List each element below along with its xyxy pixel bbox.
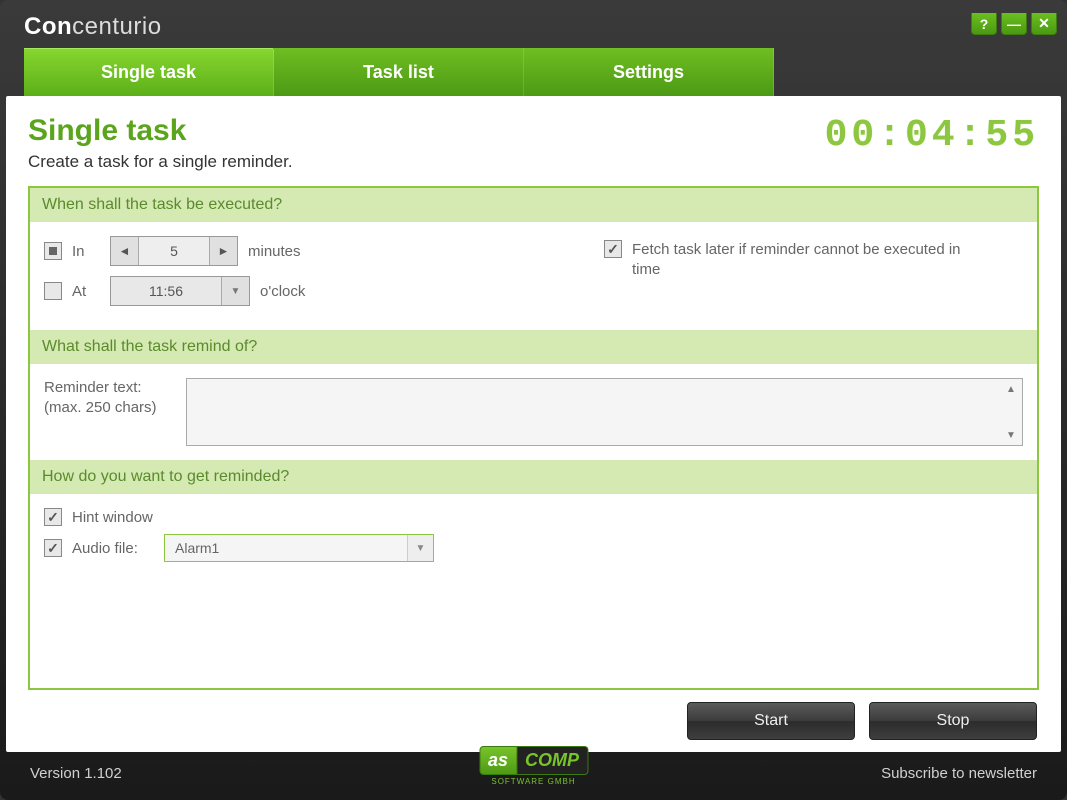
audio-combo: Alarm1 ▼ [164,534,434,562]
section-when-header: When shall the task be executed? [30,188,1037,222]
app-title: Concenturio [24,13,162,41]
audio-file-label: Audio file: [72,540,154,557]
stepper-decrease[interactable]: ◄ [111,237,139,265]
reminder-textarea[interactable]: ▲ ▼ [186,378,1023,446]
in-unit: minutes [248,243,301,260]
subscribe-link[interactable]: Subscribe to newsletter [881,765,1037,782]
section-what-header: What shall the task remind of? [30,330,1037,364]
radio-at[interactable] [44,282,62,300]
tab-single-task[interactable]: Single task [24,48,274,96]
start-button[interactable]: Start [687,702,855,740]
app-title-rest: centurio [72,13,161,40]
countdown-timer: 00:04:55 [825,114,1039,157]
scroll-down-icon[interactable]: ▼ [1002,427,1020,443]
footer: Version 1.102 as COMP SOFTWARE GMBH Subs… [6,752,1061,794]
time-dropdown-icon[interactable]: ▼ [221,277,249,305]
stop-button[interactable]: Stop [869,702,1037,740]
page-subtitle: Create a task for a single reminder. [28,152,293,172]
version-label: Version 1.102 [30,765,122,782]
close-button[interactable]: ✕ [1031,13,1057,35]
audio-dropdown-icon[interactable]: ▼ [407,535,433,561]
audio-value[interactable]: Alarm1 [165,535,407,561]
action-buttons: Start Stop [28,690,1039,740]
tab-task-list[interactable]: Task list [274,48,524,96]
at-unit: o'clock [260,283,305,300]
minimize-button[interactable]: — [1001,13,1027,35]
section-what-body: Reminder text:(max. 250 chars) ▲ ▼ [30,364,1037,460]
stepper-increase[interactable]: ► [209,237,237,265]
app-title-bold: Con [24,13,72,40]
application-window: Concenturio ? — ✕ Single task Task list … [0,0,1067,800]
logo-subtitle: SOFTWARE GMBH [491,777,575,786]
help-button[interactable]: ? [971,13,997,35]
checkbox-audio-file[interactable] [44,539,62,557]
tab-bar: Single task Task list Settings [6,48,1061,96]
stepper-value[interactable]: 5 [139,237,209,265]
logo-comp: COMP [517,746,588,775]
window-controls: ? — ✕ [971,13,1057,35]
at-label: At [72,283,100,300]
section-how-header: How do you want to get reminded? [30,460,1037,494]
fetch-later-label: Fetch task later if reminder cannot be e… [632,240,962,279]
in-label: In [72,243,100,260]
footer-logo: as COMP SOFTWARE GMBH [479,746,588,786]
hint-window-label: Hint window [72,509,153,526]
logo-as: as [479,746,517,775]
section-when-body: In ◄ 5 ► minutes At 11:56 ▼ [30,222,1037,330]
page-header: Single task Create a task for a single r… [28,114,1039,172]
scroll-up-icon[interactable]: ▲ [1002,381,1020,397]
section-how-body: Hint window Audio file: Alarm1 ▼ [30,494,1037,584]
minutes-stepper: ◄ 5 ► [110,236,238,266]
checkbox-fetch-later[interactable] [604,240,622,258]
reminder-text-label: Reminder text:(max. 250 chars) [44,378,174,417]
radio-in[interactable] [44,242,62,260]
titlebar: Concenturio ? — ✕ [6,6,1061,48]
checkbox-hint-window[interactable] [44,508,62,526]
form-container: When shall the task be executed? In ◄ 5 … [28,186,1039,690]
tab-settings[interactable]: Settings [524,48,774,96]
time-value[interactable]: 11:56 [111,277,221,305]
time-combo: 11:56 ▼ [110,276,250,306]
page-title: Single task [28,114,293,148]
main-panel: Single task Create a task for a single r… [6,96,1061,752]
